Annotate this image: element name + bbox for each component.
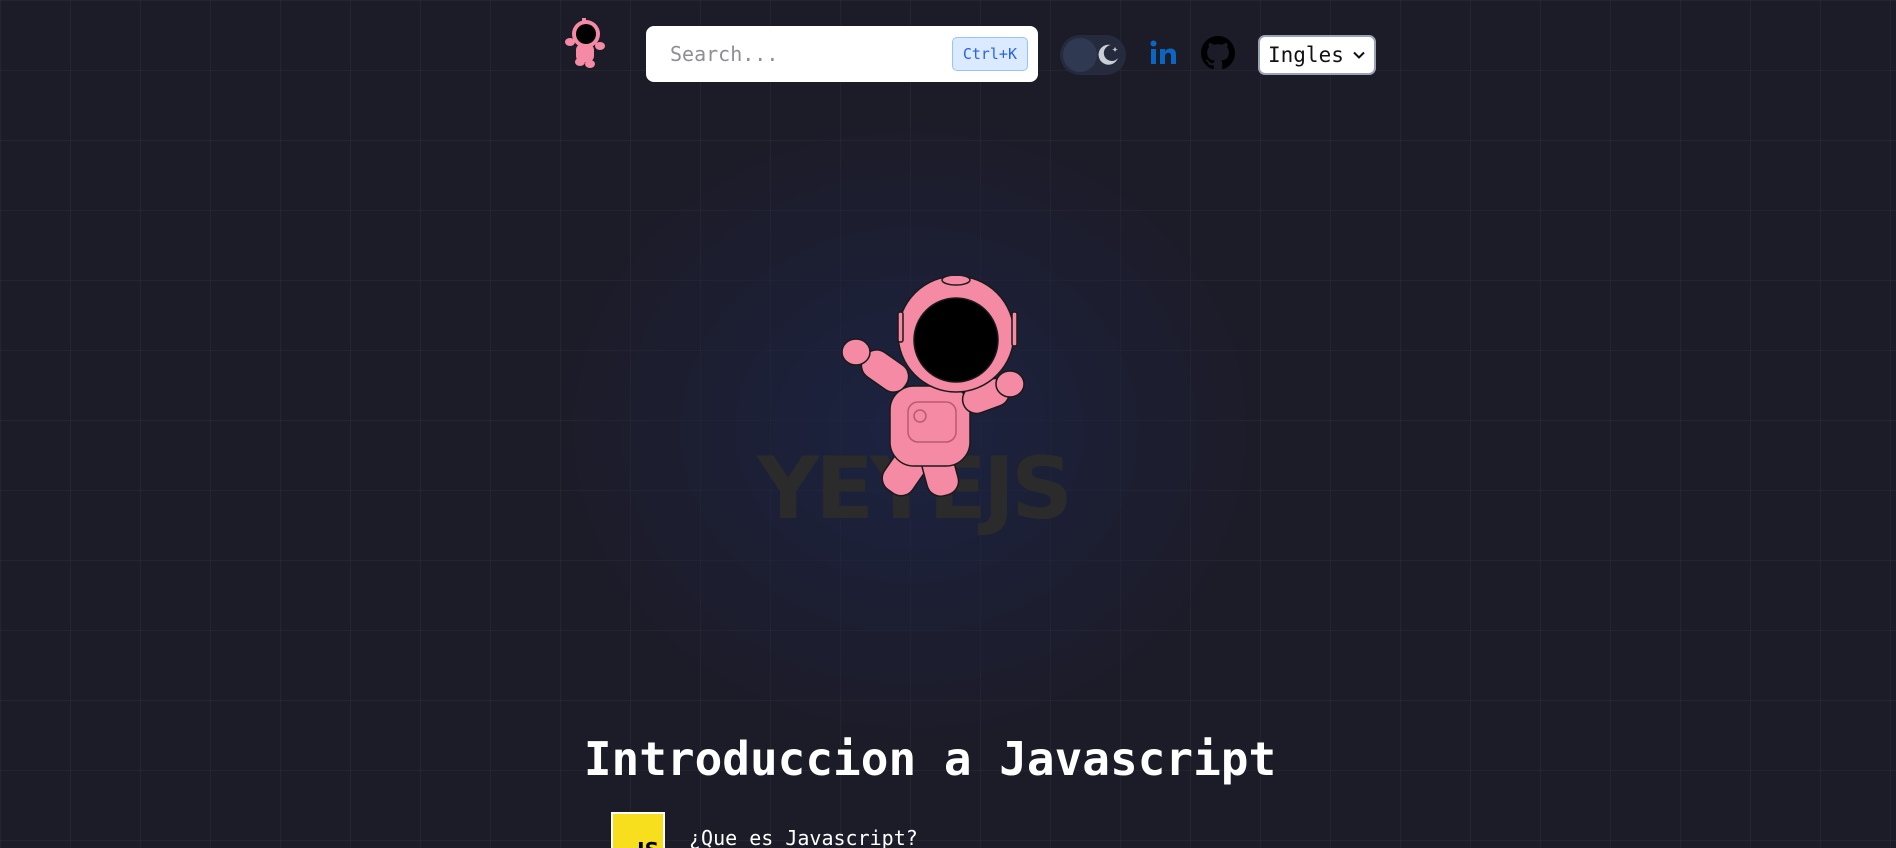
search-bar[interactable]: Ctrl+K	[646, 26, 1038, 82]
linkedin-link[interactable]	[1147, 36, 1181, 70]
lesson-item[interactable]: JS ¿Que es Javascript?	[611, 812, 918, 848]
search-shortcut-badge: Ctrl+K	[951, 37, 1028, 71]
page-title: Introduccion a Javascript	[583, 732, 1277, 786]
js-badge-icon: JS	[611, 812, 665, 848]
theme-toggle-knob	[1063, 38, 1097, 72]
search-input[interactable]	[668, 41, 952, 67]
astronaut-logo-icon	[565, 18, 605, 68]
moon-icon	[1098, 44, 1118, 65]
github-icon	[1201, 36, 1235, 70]
language-select-value: Ingles	[1268, 43, 1344, 67]
home-logo-link[interactable]	[560, 16, 608, 72]
astronaut-illustration	[841, 276, 1025, 497]
page: Ctrl+K Ingles	[0, 0, 1896, 848]
top-nav: Ctrl+K Ingles	[0, 0, 1896, 110]
language-select[interactable]: Ingles	[1258, 35, 1376, 75]
linkedin-icon	[1150, 40, 1176, 64]
chevron-down-icon	[1353, 51, 1365, 59]
github-link[interactable]	[1201, 36, 1235, 70]
theme-toggle[interactable]	[1060, 35, 1126, 75]
js-badge-text: JS	[637, 838, 659, 848]
lesson-label: ¿Que es Javascript?	[689, 826, 918, 848]
hero-logo: YEYEJS	[748, 276, 1078, 556]
